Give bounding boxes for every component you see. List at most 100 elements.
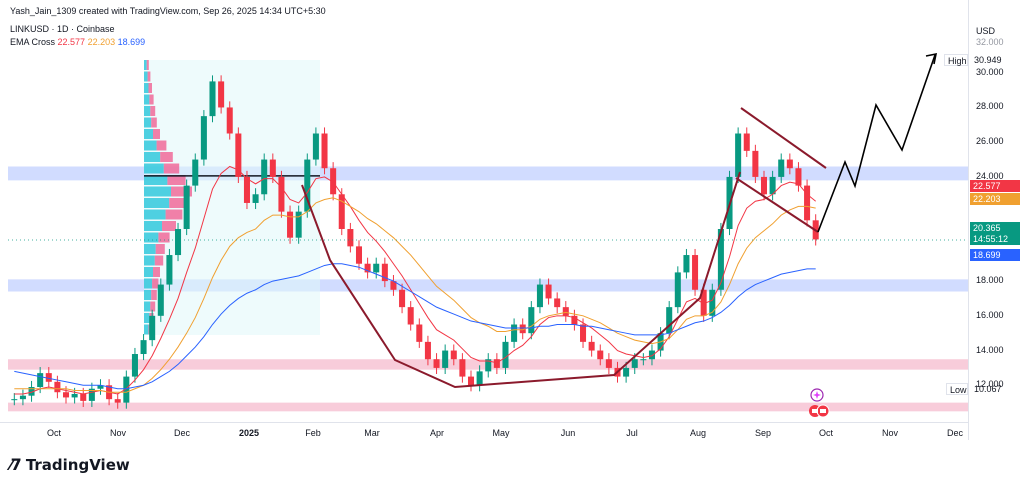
candle-body	[735, 133, 742, 177]
volume-bar-up	[144, 301, 151, 312]
candle-body	[605, 359, 612, 368]
candle-body	[674, 272, 681, 308]
candle-body	[424, 341, 431, 360]
candle-body	[114, 399, 121, 403]
candle-body	[407, 307, 414, 325]
candle-body	[347, 229, 354, 247]
candle-body	[226, 107, 233, 134]
volume-bar-down	[149, 94, 154, 105]
high-label: High	[944, 54, 968, 66]
candle-body	[149, 315, 156, 341]
candle-body	[157, 284, 164, 316]
y-tick-label: 14.000	[976, 344, 1004, 355]
x-tick-label: Oct	[818, 428, 834, 438]
x-tick-label: Oct	[46, 428, 62, 438]
candle-body	[648, 350, 655, 360]
volume-bar-down	[160, 152, 173, 162]
candle-body	[692, 255, 699, 290]
candle-body	[312, 133, 319, 160]
volume-bar-down	[153, 129, 160, 139]
volume-bar-down	[148, 83, 152, 93]
volume-bar-down	[151, 290, 157, 300]
candle-body	[562, 307, 569, 316]
volume-bar-up	[144, 267, 153, 277]
candle-body	[175, 229, 182, 256]
x-tick-label: Aug	[689, 428, 707, 438]
ema-legend[interactable]: EMA Cross 22.577 22.203 18.699	[10, 37, 145, 47]
candle-body	[623, 367, 630, 377]
candle-body	[399, 289, 406, 308]
volume-bar-down	[150, 106, 156, 116]
y-tick-label: 16.000	[976, 309, 1004, 320]
x-tick-label: May	[492, 428, 510, 438]
candle-body	[373, 263, 380, 273]
volume-profile-area	[144, 60, 320, 335]
ema-fast-tag: 22.577	[970, 180, 1020, 192]
volume-bar-up	[144, 129, 153, 139]
candle-body	[131, 354, 138, 377]
tradingview-wordmark: TradingView	[25, 455, 130, 474]
y-tick-label: 30.000	[976, 66, 1004, 77]
candle-body	[631, 359, 638, 368]
ema-slow-tag: 18.699	[970, 249, 1020, 261]
ideas-sparkle-icon[interactable]	[808, 388, 826, 402]
volume-bar-down	[152, 278, 159, 289]
candle-body	[261, 159, 268, 195]
x-tick-label: Nov	[109, 428, 127, 438]
volume-bar-up	[144, 140, 157, 151]
volume-bar-up	[144, 60, 147, 70]
x-tick-label: Mar	[364, 428, 380, 438]
volume-bar-down	[156, 140, 167, 151]
candle-body	[459, 359, 466, 377]
volume-bar-up	[144, 278, 153, 289]
volume-bar-up	[144, 198, 170, 208]
volume-bar-down	[151, 117, 157, 128]
candle-body	[442, 350, 449, 368]
candle-body	[321, 133, 328, 169]
candle-body	[71, 393, 78, 398]
currency-label[interactable]: USD	[976, 26, 995, 36]
volume-bar-up	[144, 71, 148, 82]
volume-bar-up	[144, 152, 161, 162]
ema-fast-value: 22.577	[57, 37, 86, 47]
symbol-info[interactable]: LINKUSD · 1D · Coinbase	[10, 24, 115, 34]
volume-bar-up	[144, 290, 152, 300]
candle-body	[588, 341, 595, 351]
volume-bar-up	[144, 324, 149, 335]
volume-bar-up	[144, 83, 149, 93]
volume-bar-up	[144, 232, 159, 243]
candle-body	[37, 373, 44, 388]
candle-body	[183, 185, 190, 229]
chart-area[interactable]	[0, 0, 1024, 485]
candle-body	[778, 159, 785, 177]
x-tick-label: Apr	[429, 428, 445, 438]
volume-bar-up	[144, 186, 171, 197]
volume-bar-up	[144, 244, 156, 254]
candle-body	[528, 307, 535, 334]
volume-bar-down	[154, 255, 164, 266]
candle-body	[760, 176, 768, 195]
candle-body	[666, 307, 673, 334]
candle-body	[287, 211, 294, 238]
projection-path	[817, 54, 936, 233]
candle-body	[243, 176, 250, 203]
price-chart[interactable]	[0, 0, 1024, 485]
bar-countdown: 14:55:12	[970, 233, 1020, 245]
candle-body	[416, 324, 423, 342]
events-flag-icon[interactable]	[808, 404, 830, 418]
candle-body	[269, 159, 276, 177]
candle-body	[536, 284, 543, 308]
ema-slow-value: 18.699	[117, 37, 146, 47]
ema-mid-value: 22.203	[87, 37, 116, 47]
low-value: 10.067	[974, 384, 1002, 394]
tradingview-logo[interactable]: ⁄7 TradingView	[10, 455, 130, 474]
y-tick-label: 26.000	[976, 136, 1004, 147]
y-tick-label: 18.000	[976, 275, 1004, 286]
candle-body	[19, 395, 26, 400]
volume-bar-up	[144, 117, 152, 128]
x-tick-label: Jun	[560, 428, 576, 438]
candle-body	[166, 255, 173, 285]
candle-body	[209, 81, 216, 117]
candle-body	[54, 381, 61, 393]
x-tick-label: Nov	[881, 428, 899, 438]
